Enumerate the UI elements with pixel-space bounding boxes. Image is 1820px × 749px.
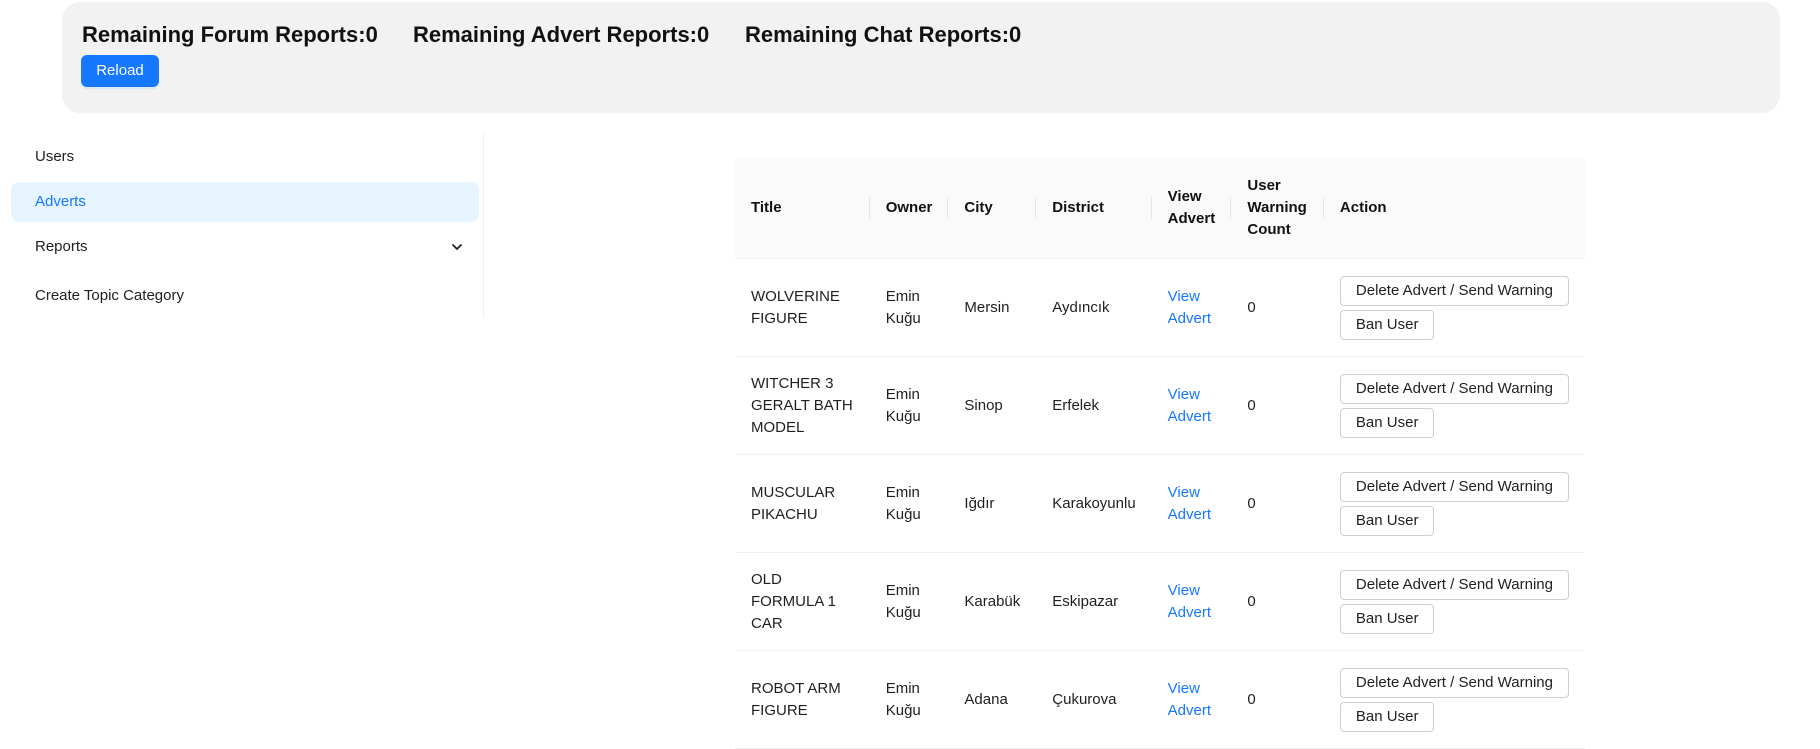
user-warning-count: 0 [1231,258,1324,357]
view-advert-link[interactable]: View Advert [1168,582,1211,621]
advert-title: WOLVERINE FIGURE [735,258,870,357]
advert-city: Karabük [948,552,1037,651]
user-warning-count: 0 [1231,552,1324,651]
sidebar-item-reports[interactable]: Reports [11,227,479,267]
column-header-view-advert: View Advert [1151,158,1232,259]
advert-owner: Emin Kuğu [869,552,949,651]
ban-user-button[interactable]: Ban User [1339,309,1435,340]
remaining-chat-reports: Remaining Chat Reports:0 [745,22,1022,47]
ban-user-button[interactable]: Ban User [1339,407,1435,438]
delete-advert-send-warning-button[interactable]: Delete Advert / Send Warning [1339,667,1569,698]
advert-title: ROBOT ARM FIGURE [735,650,870,749]
view-advert-link[interactable]: View Advert [1168,288,1211,327]
column-header-district: District [1036,158,1152,259]
advert-city: Mersin [948,258,1037,357]
delete-advert-send-warning-button[interactable]: Delete Advert / Send Warning [1339,569,1569,600]
table-row: WOLVERINE FIGURE Emin Kuğu Mersin Aydınc… [735,258,1585,357]
action-cell: Delete Advert / Send Warning Ban User [1323,650,1585,749]
user-warning-count: 0 [1231,454,1324,553]
advert-owner: Emin Kuğu [869,650,949,749]
advert-district: Eskipazar [1036,552,1152,651]
adverts-table: Title Owner City District View Advert Us… [735,158,1585,749]
sidebar-item-create-topic-category[interactable]: Create Topic Category [11,276,479,316]
action-cell: Delete Advert / Send Warning Ban User [1323,454,1585,553]
action-cell: Delete Advert / Send Warning Ban User [1323,356,1585,455]
ban-user-button[interactable]: Ban User [1339,603,1435,634]
advert-district: Çukurova [1036,650,1152,749]
column-header-title: Title [735,158,870,259]
adverts-table-container: Title Owner City District View Advert Us… [735,158,1585,749]
user-warning-count: 0 [1231,356,1324,455]
advert-title: OLD FORMULA 1 CAR [735,552,870,651]
advert-district: Aydıncık [1036,258,1152,357]
remaining-advert-reports: Remaining Advert Reports:0 [413,22,710,47]
sidebar-item-users[interactable]: Users [11,137,479,177]
table-row: OLD FORMULA 1 CAR Emin Kuğu Karabük Eski… [735,552,1585,651]
ban-user-button[interactable]: Ban User [1339,505,1435,536]
view-advert-link[interactable]: View Advert [1168,484,1211,523]
action-cell: Delete Advert / Send Warning Ban User [1323,258,1585,357]
advert-district: Karakoyunlu [1036,454,1152,553]
delete-advert-send-warning-button[interactable]: Delete Advert / Send Warning [1339,373,1569,404]
sidebar-menu: Users Adverts Reports Create Topic Categ… [0,134,484,318]
sidebar-item-label: Reports [35,238,88,255]
sidebar-item-adverts[interactable]: Adverts [11,182,479,222]
sidebar-item-label: Users [35,148,75,165]
column-header-user-warning-count: User Warning Count [1231,158,1324,259]
view-advert-cell: View Advert [1151,356,1232,455]
report-stats-panel: Remaining Forum Reports:0 Remaining Adve… [62,2,1780,113]
sidebar-item-label: Create Topic Category [35,287,184,304]
action-cell: Delete Advert / Send Warning Ban User [1323,552,1585,651]
advert-city: Iğdır [948,454,1037,553]
advert-owner: Emin Kuğu [869,356,949,455]
chevron-down-icon[interactable] [451,241,463,253]
remaining-forum-reports: Remaining Forum Reports:0 [82,22,378,47]
column-header-owner: Owner [869,158,949,259]
table-row: WITCHER 3 GERALT BATH MODEL Emin Kuğu Si… [735,356,1585,455]
advert-city: Adana [948,650,1037,749]
column-header-city: City [948,158,1037,259]
advert-district: Erfelek [1036,356,1152,455]
table-header-row: Title Owner City District View Advert Us… [735,158,1585,259]
column-header-action: Action [1323,158,1585,259]
delete-advert-send-warning-button[interactable]: Delete Advert / Send Warning [1339,275,1569,306]
advert-title: WITCHER 3 GERALT BATH MODEL [735,356,870,455]
view-advert-cell: View Advert [1151,258,1232,357]
user-warning-count: 0 [1231,650,1324,749]
ban-user-button[interactable]: Ban User [1339,701,1435,732]
delete-advert-send-warning-button[interactable]: Delete Advert / Send Warning [1339,471,1569,502]
advert-owner: Emin Kuğu [869,258,949,357]
advert-owner: Emin Kuğu [869,454,949,553]
view-advert-link[interactable]: View Advert [1168,680,1211,719]
view-advert-link[interactable]: View Advert [1168,386,1211,425]
sidebar-item-label: Adverts [35,193,86,210]
view-advert-cell: View Advert [1151,454,1232,553]
table-row: MUSCULAR PIKACHU Emin Kuğu Iğdır Karakoy… [735,454,1585,553]
view-advert-cell: View Advert [1151,552,1232,651]
view-advert-cell: View Advert [1151,650,1232,749]
advert-city: Sinop [948,356,1037,455]
reload-button[interactable]: Reload [81,55,159,87]
table-row: ROBOT ARM FIGURE Emin Kuğu Adana Çukurov… [735,650,1585,749]
advert-title: MUSCULAR PIKACHU [735,454,870,553]
